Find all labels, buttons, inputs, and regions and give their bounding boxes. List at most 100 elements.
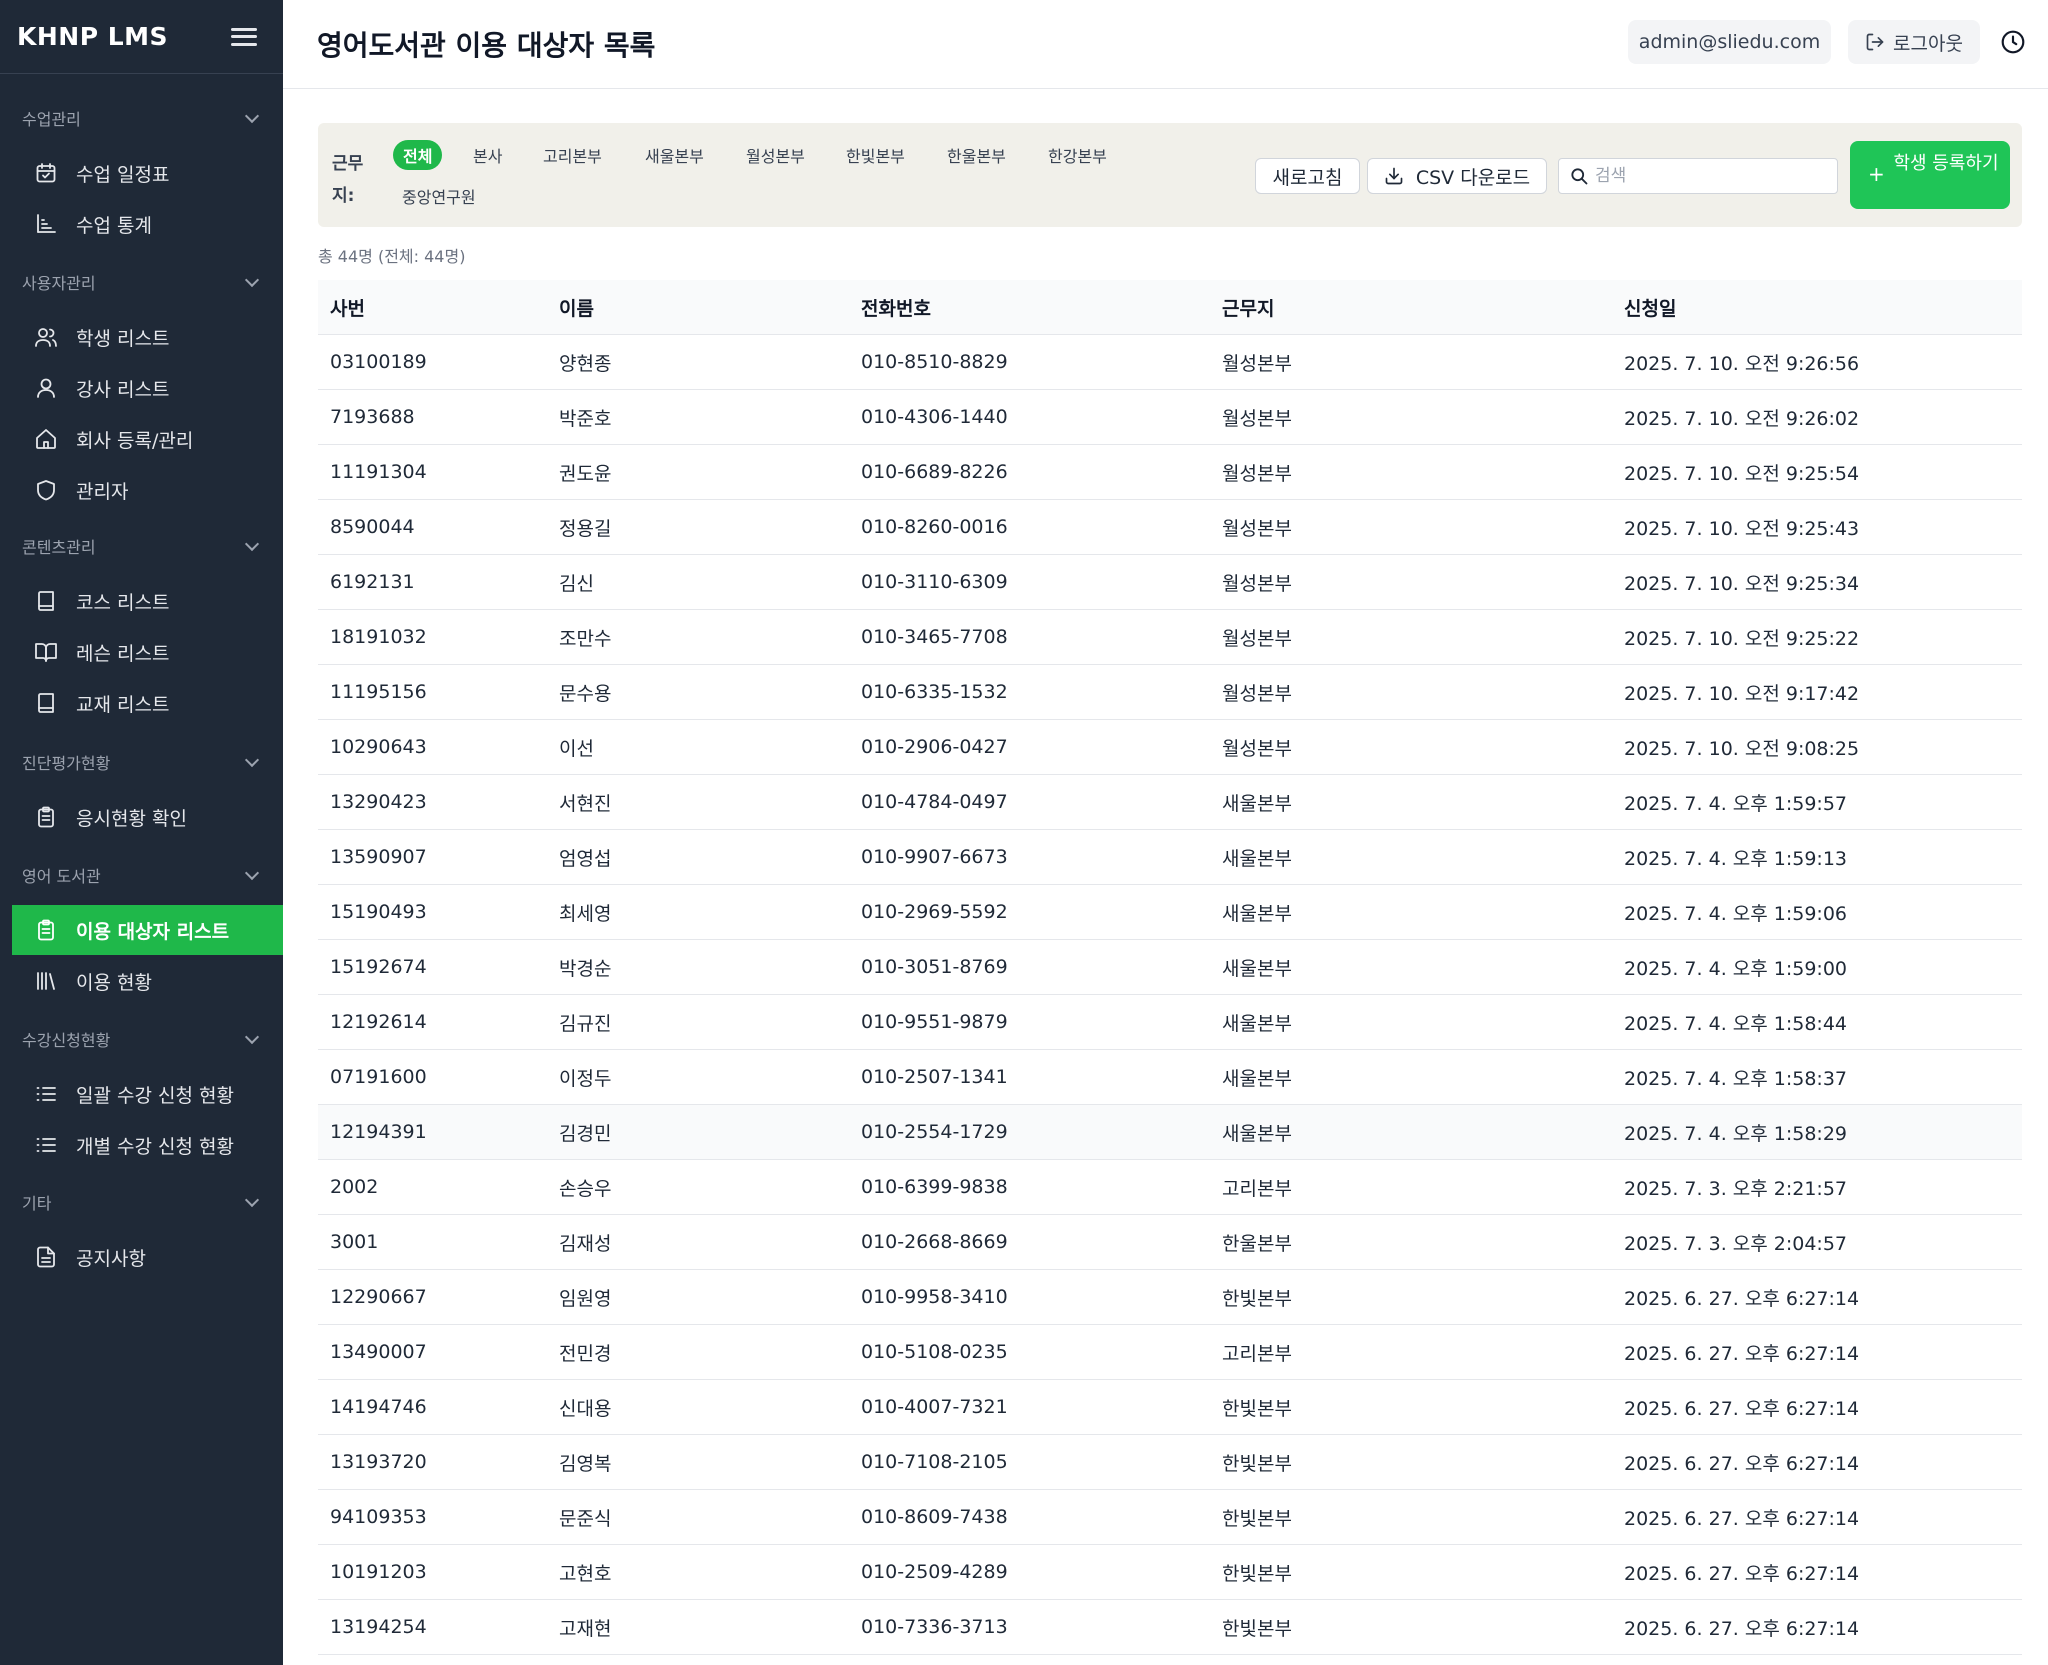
table-row[interactable]: 14194746 신대용 010-4007-7321 한빛본부 2025. 6. 27.…: [318, 1380, 2022, 1435]
cell-workplace: 새울본부: [1222, 957, 1292, 980]
table-row[interactable]: 3001 김재성 010-2668-8669 한울본부 2025. 7. 3. 오후 2…: [318, 1215, 2022, 1270]
table-row[interactable]: 94109353 문준식 010-8609-7438 한빛본부 2025. 6. 27.…: [318, 1490, 2022, 1545]
cell-name: 이선: [559, 737, 594, 760]
library-icon: [34, 969, 58, 993]
sidebar-item-0-0[interactable]: 수업 일정표: [12, 148, 283, 198]
table-row[interactable]: 12192614 김규진 010-9551-9879 새울본부 2025. 7. 4. …: [318, 995, 2022, 1050]
column-header-name[interactable]: 이름: [559, 294, 861, 321]
nav-section-1[interactable]: 사용자관리: [0, 260, 283, 304]
cell-workplace: 새울본부: [1222, 847, 1292, 870]
sidebar-item-0-1[interactable]: 수업 통계: [12, 199, 283, 249]
table-row[interactable]: 18191032 조만수 010-3465-7708 월성본부 2025. 7. 10.…: [318, 610, 2022, 665]
clock-icon[interactable]: [2000, 29, 2026, 55]
csv-download-button[interactable]: CSV 다운로드: [1367, 158, 1547, 194]
nav-section-title: 진단평가현황: [22, 754, 111, 773]
table-row[interactable]: 13290423 서현진 010-4784-0497 새울본부 2025. 7. 4. …: [318, 775, 2022, 830]
cell-applied-date: 2025. 6. 27. 오후 6:27:14: [1624, 1452, 1860, 1475]
table-row[interactable]: 7193688 박준호 010-4306-1440 월성본부 2025. 7. 10. …: [318, 390, 2022, 445]
table-row[interactable]: 03100189 양현종 010-8510-8829 월성본부 2025. 7. 10.…: [318, 335, 2022, 390]
cell-phone: 010-4007-7321: [861, 1396, 1008, 1418]
nav-section-4[interactable]: 영어 도서관: [0, 853, 283, 897]
workplace-filter-label-suffix: 지:: [332, 186, 355, 206]
cell-phone: 010-9958-3410: [861, 1286, 1008, 1308]
table-row[interactable]: 07191600 이정두 010-2507-1341 새울본부 2025. 7. 4. …: [318, 1050, 2022, 1105]
cell-employee-id: 12194391: [330, 1121, 427, 1143]
nav-section-2[interactable]: 콘텐츠관리: [0, 524, 283, 568]
cell-phone: 010-6689-8226: [861, 461, 1008, 483]
sidebar-item-5-0[interactable]: 일괄 수강 신청 현황: [12, 1069, 283, 1119]
sidebar-item-6-0[interactable]: 공지사항: [12, 1232, 283, 1282]
cell-phone: 010-8609-7438: [861, 1506, 1008, 1528]
table-row[interactable]: 12290667 임원영 010-9958-3410 한빛본부 2025. 6. 27.…: [318, 1270, 2022, 1325]
cell-name: 박경순: [559, 957, 612, 980]
users-icon: [34, 325, 58, 349]
column-header-workplace[interactable]: 근무지: [1222, 294, 1624, 321]
table-row[interactable]: 15192674 박경순 010-3051-8769 새울본부 2025. 7. 4. …: [318, 940, 2022, 995]
table-row[interactable]: 2002 손승우 010-6399-9838 고리본부 2025. 7. 3. 오후 2…: [318, 1160, 2022, 1215]
filter-chip-7[interactable]: 한강본부: [1038, 140, 1117, 170]
cell-name: 김규진: [559, 1012, 612, 1035]
table-row[interactable]: 13193720 김영복 010-7108-2105 한빛본부 2025. 6. 27.…: [318, 1435, 2022, 1490]
column-header-phone[interactable]: 전화번호: [861, 294, 1222, 321]
search-icon: [1571, 168, 1588, 185]
nav-section-title: 수강신청현황: [22, 1031, 111, 1050]
logout-button[interactable]: 로그아웃: [1848, 20, 1980, 64]
filter-chip-3[interactable]: 새울본부: [635, 140, 714, 170]
sidebar-item-2-2[interactable]: 교재 리스트: [12, 678, 283, 728]
sidebar-item-1-1[interactable]: 강사 리스트: [12, 363, 283, 413]
cell-name: 김재성: [559, 1232, 612, 1255]
cell-applied-date: 2025. 7. 4. 오후 1:58:29: [1624, 1122, 1848, 1145]
download-icon: [1385, 167, 1403, 185]
sidebar-item-1-2[interactable]: 회사 등록/관리: [12, 414, 283, 464]
cell-applied-date: 2025. 6. 27. 오후 6:27:14: [1624, 1507, 1860, 1530]
table-row[interactable]: 11191304 권도윤 010-6689-8226 월성본부 2025. 7. 10.…: [318, 445, 2022, 500]
sidebar-item-5-1[interactable]: 개별 수강 신청 현황: [12, 1120, 283, 1170]
file-text-icon: [34, 1245, 58, 1269]
nav-section-3[interactable]: 진단평가현황: [0, 740, 283, 784]
table-row[interactable]: 10191203 고현호 010-2509-4289 한빛본부 2025. 6. 27.…: [318, 1545, 2022, 1600]
table-row[interactable]: 8590044 정용길 010-8260-0016 월성본부 2025. 7. 10. …: [318, 500, 2022, 555]
nav-section-6[interactable]: 기타: [0, 1180, 283, 1224]
cell-phone: 010-5108-0235: [861, 1341, 1008, 1363]
hamburger-menu-icon[interactable]: [229, 25, 259, 49]
table-row[interactable]: 13490007 전민경 010-5108-0235 고리본부 2025. 6. 27.…: [318, 1325, 2022, 1380]
filter-chip-4[interactable]: 월성본부: [736, 140, 815, 170]
sidebar-item-1-0[interactable]: 학생 리스트: [12, 312, 283, 362]
refresh-label: 새로고침: [1272, 166, 1343, 189]
filter-chip-1[interactable]: 본사: [463, 140, 512, 170]
table-row[interactable]: 10290643 이선 010-2906-0427 월성본부 2025. 7. 10. …: [318, 720, 2022, 775]
table-row[interactable]: 13194254 고재현 010-7336-3713 한빛본부 2025. 6. 27.…: [318, 1600, 2022, 1655]
cell-name: 고재현: [559, 1617, 612, 1640]
refresh-button[interactable]: 새로고침: [1255, 158, 1360, 194]
sidebar-item-3-0[interactable]: 응시현황 확인: [12, 792, 283, 842]
cell-phone: 010-2507-1341: [861, 1066, 1008, 1088]
nav-section-0[interactable]: 수업관리: [0, 96, 283, 140]
column-header-employee-id[interactable]: 사번: [318, 294, 559, 321]
sidebar-item-4-1[interactable]: 이용 현황: [12, 956, 283, 1006]
table-row[interactable]: 15190493 최세영 010-2969-5592 새울본부 2025. 7. 4. …: [318, 885, 2022, 940]
filter-chip-5[interactable]: 한빛본부: [836, 140, 915, 170]
sidebar-item-4-0[interactable]: 이용 대상자 리스트: [12, 905, 283, 955]
cell-name: 김경민: [559, 1122, 612, 1145]
cell-phone: 010-3465-7708: [861, 626, 1008, 648]
search-input[interactable]: [1595, 166, 1835, 186]
sidebar-item-2-0[interactable]: 코스 리스트: [12, 576, 283, 626]
sidebar-item-1-3[interactable]: 관리자: [12, 465, 283, 515]
cell-applied-date: 2025. 6. 27. 오후 6:27:14: [1624, 1562, 1860, 1585]
column-header-applied-date[interactable]: 신청일: [1624, 294, 2022, 321]
cell-applied-date: 2025. 7. 4. 오후 1:58:37: [1624, 1067, 1848, 1090]
filter-chip-0[interactable]: 전체: [393, 140, 443, 170]
table-row[interactable]: 13590907 엄영섭 010-9907-6673 새울본부 2025. 7. 4. …: [318, 830, 2022, 885]
filter-chip-6[interactable]: 한울본부: [937, 140, 1016, 170]
sidebar-item-2-1[interactable]: 레슨 리스트: [12, 627, 283, 677]
cell-phone: 010-6335-1532: [861, 681, 1008, 703]
register-student-button[interactable]: + 학생 등록하기: [1850, 141, 2010, 209]
table-row[interactable]: 11195156 문수용 010-6335-1532 월성본부 2025. 7. 10.…: [318, 665, 2022, 720]
table-row[interactable]: 12194391 김경민 010-2554-1729 새울본부 2025. 7. 4. …: [318, 1105, 2022, 1160]
filter-chip-2[interactable]: 고리본부: [533, 140, 612, 170]
plus-icon: +: [1868, 162, 1885, 186]
table-row[interactable]: 6192131 김신 010-3110-6309 월성본부 2025. 7. 10. 오…: [318, 555, 2022, 610]
nav-section-5[interactable]: 수강신청현황: [0, 1017, 283, 1061]
sidebar-item-label: 이용 대상자 리스트: [76, 920, 230, 943]
filter-chip-8[interactable]: 중앙연구원: [392, 181, 486, 211]
